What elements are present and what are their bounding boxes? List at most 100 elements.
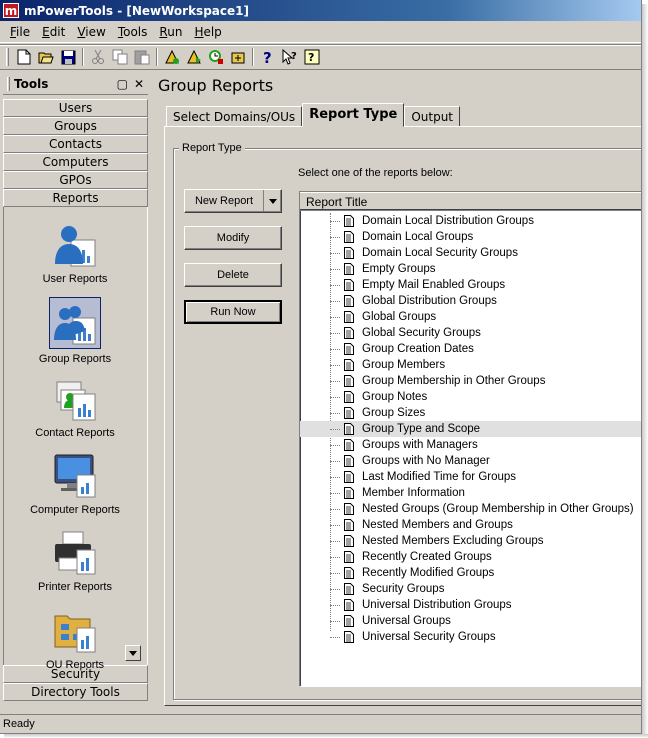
printer-reports-item[interactable]: Printer Reports: [4, 529, 146, 593]
report-title: Groups with Managers: [362, 439, 478, 451]
report-title: Domain Local Security Groups: [362, 247, 518, 259]
list-item[interactable]: Universal Security Groups: [300, 629, 641, 645]
restore-icon[interactable]: ▢: [117, 77, 128, 91]
list-item[interactable]: Domain Local Groups: [300, 229, 641, 245]
nav-gpos[interactable]: GPOs: [3, 171, 148, 189]
list-item[interactable]: Global Distribution Groups: [300, 293, 641, 309]
user-reports-item[interactable]: User Reports: [4, 221, 146, 285]
tab-report-type[interactable]: Report Type: [302, 103, 405, 127]
nav-contacts[interactable]: Contacts: [3, 135, 148, 153]
list-item[interactable]: Global Groups: [300, 309, 641, 325]
list-item[interactable]: Nested Groups (Group Membership in Other…: [300, 501, 641, 517]
run-now-button[interactable]: Run Now: [184, 300, 282, 324]
list-item[interactable]: Group Sizes: [300, 405, 641, 421]
nav-groups[interactable]: Groups: [3, 117, 148, 135]
ou-reports-item[interactable]: OU Reports: [4, 607, 146, 671]
report-document-icon: [344, 247, 354, 259]
nav-reports[interactable]: Reports: [3, 189, 148, 207]
menu-help[interactable]: Help: [188, 23, 227, 41]
paste-icon[interactable]: [131, 46, 153, 68]
panel-grip[interactable]: [7, 76, 10, 91]
menu-file[interactable]: File: [4, 23, 36, 41]
toolbar: ? ? ?: [0, 44, 641, 70]
group-reports-icon: [49, 297, 101, 349]
report-title: Security Groups: [362, 583, 445, 595]
tree-branch: [330, 637, 340, 638]
list-item[interactable]: Groups with Managers: [300, 437, 641, 453]
copy-icon[interactable]: [109, 46, 131, 68]
report-title: Universal Groups: [362, 615, 451, 627]
list-item[interactable]: Security Groups: [300, 581, 641, 597]
tree-branch: [330, 525, 340, 526]
nav-computers[interactable]: Computers: [3, 153, 148, 171]
report-document-icon: [344, 519, 354, 531]
tree-branch: [330, 381, 340, 382]
list-item[interactable]: Universal Groups: [300, 613, 641, 629]
cut-icon[interactable]: [87, 46, 109, 68]
list-item[interactable]: Group Membership in Other Groups: [300, 373, 641, 389]
context-help-icon[interactable]: ?: [279, 46, 301, 68]
list-item[interactable]: Universal Distribution Groups: [300, 597, 641, 613]
column-header-report-title[interactable]: Report Title: [300, 192, 641, 211]
about-icon[interactable]: ?: [301, 46, 323, 68]
list-item[interactable]: Domain Local Distribution Groups: [300, 213, 641, 229]
list-item[interactable]: Last Modified Time for Groups: [300, 469, 641, 485]
list-item[interactable]: Empty Mail Enabled Groups: [300, 277, 641, 293]
list-item[interactable]: Group Type and Scope: [300, 421, 641, 437]
group-reports-item[interactable]: Group Reports: [4, 297, 146, 365]
list-item[interactable]: Nested Members and Groups: [300, 517, 641, 533]
report-document-icon: [344, 487, 354, 499]
run-icon[interactable]: [161, 46, 183, 68]
svg-text:?: ?: [308, 51, 314, 64]
run-selected-icon[interactable]: [183, 46, 205, 68]
new-icon[interactable]: [13, 46, 35, 68]
tree-branch: [330, 477, 340, 478]
report-title: Last Modified Time for Groups: [362, 471, 517, 483]
reports-icon-list: User Reports Group Reports Contact Repor…: [3, 207, 148, 671]
new-report-dropdown[interactable]: [263, 190, 281, 212]
tab-select-domains[interactable]: Select Domains/OUs: [166, 106, 303, 127]
scroll-down-button[interactable]: [125, 645, 141, 661]
list-item[interactable]: Empty Groups: [300, 261, 641, 277]
page-title: Group Reports: [158, 76, 274, 95]
tab-output[interactable]: Output: [404, 106, 461, 127]
computer-reports-item[interactable]: Computer Reports: [4, 452, 146, 516]
open-icon[interactable]: [35, 46, 57, 68]
list-item[interactable]: Global Security Groups: [300, 325, 641, 341]
tree-branch: [330, 541, 340, 542]
nav-directory-tools[interactable]: Directory Tools: [3, 683, 148, 701]
list-item[interactable]: Member Information: [300, 485, 641, 501]
menu-tools[interactable]: Tools: [112, 23, 154, 41]
contact-reports-icon: [51, 375, 99, 423]
save-icon[interactable]: [57, 46, 79, 68]
toolbar-grip[interactable]: [6, 48, 9, 66]
new-report-button[interactable]: New Report: [184, 189, 282, 213]
nav-users[interactable]: Users: [3, 99, 148, 117]
menu-edit[interactable]: Edit: [36, 23, 71, 41]
list-item[interactable]: Group Notes: [300, 389, 641, 405]
menu-run[interactable]: Run: [153, 23, 188, 41]
modify-button[interactable]: Modify: [184, 226, 282, 250]
report-list[interactable]: Report Title Domain Local Distribution G…: [299, 191, 641, 687]
contact-reports-item[interactable]: Contact Reports: [4, 375, 146, 439]
list-item[interactable]: Domain Local Security Groups: [300, 245, 641, 261]
list-item[interactable]: Groups with No Manager: [300, 453, 641, 469]
close-icon[interactable]: ✕: [134, 77, 144, 91]
report-title: Universal Security Groups: [362, 631, 496, 643]
contact-reports-label: Contact Reports: [35, 427, 115, 439]
help-icon[interactable]: ?: [257, 46, 279, 68]
schedule-icon[interactable]: [205, 46, 227, 68]
status-bar: Ready: [0, 714, 641, 733]
export-icon[interactable]: [227, 46, 249, 68]
menu-view[interactable]: View: [71, 23, 111, 41]
list-item[interactable]: Group Creation Dates: [300, 341, 641, 357]
tree-branch: [330, 573, 340, 574]
list-item[interactable]: Recently Modified Groups: [300, 565, 641, 581]
list-item[interactable]: Recently Created Groups: [300, 549, 641, 565]
user-reports-icon: [51, 221, 99, 269]
list-item[interactable]: Nested Members Excluding Groups: [300, 533, 641, 549]
list-item[interactable]: Group Members: [300, 357, 641, 373]
report-title: Nested Members Excluding Groups: [362, 535, 544, 547]
delete-button[interactable]: Delete: [184, 263, 282, 287]
tree-branch: [330, 413, 340, 414]
